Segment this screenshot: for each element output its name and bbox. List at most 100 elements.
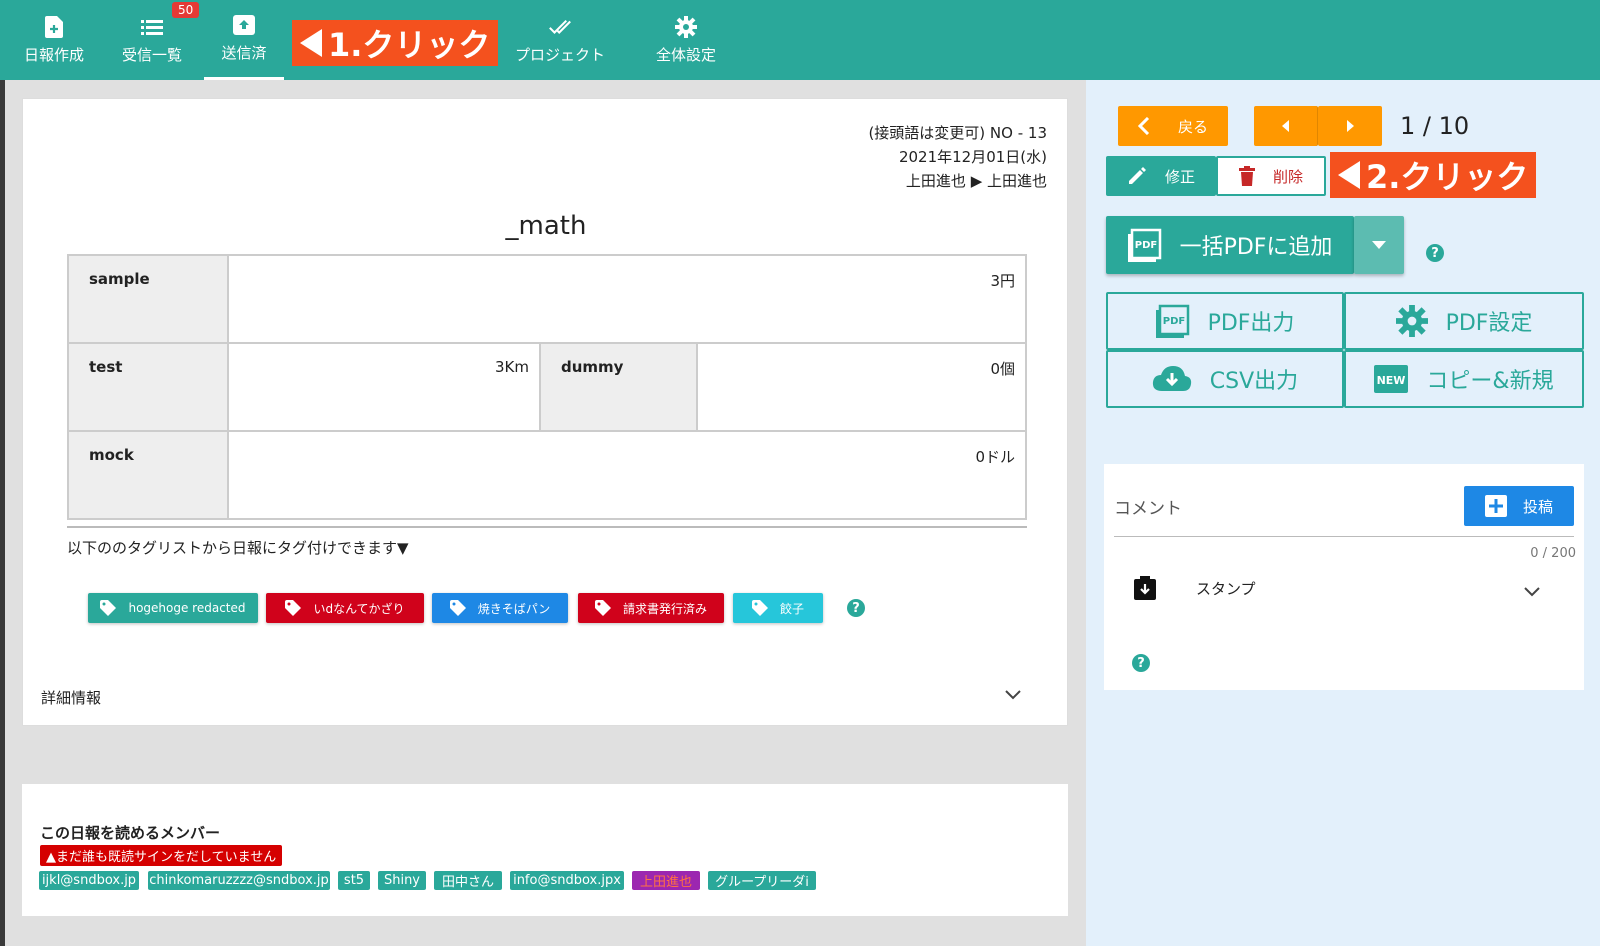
svg-text:PDF: PDF <box>1162 316 1184 327</box>
table-row: test 3Km dummy 0個 <box>67 342 1027 432</box>
caret-left-icon <box>1281 120 1289 132</box>
cloud-download-icon <box>1152 366 1191 391</box>
char-counter: 0 / 200 <box>1530 546 1576 561</box>
member-chip: 上田進也 <box>632 871 700 890</box>
prev-page-button[interactable] <box>1254 106 1318 146</box>
tag-chip[interactable]: 餃子 <box>733 593 823 623</box>
nav-sent[interactable]: 送信済 <box>204 0 284 80</box>
comment-underline <box>1114 536 1574 537</box>
report-title: _math <box>505 211 587 241</box>
unread-count-badge: 50 <box>172 2 200 18</box>
tag-icon <box>285 600 302 616</box>
field-label: sample <box>67 254 229 344</box>
report-meta: (接頭語は変更可) NO - 13 2021年12月01日(水) 上田進也 ▶ … <box>868 121 1047 193</box>
tag-chip[interactable]: hogehoge redacted <box>88 593 258 623</box>
annotation-step2: 2.クリック <box>1330 152 1536 198</box>
member-chip: st5 <box>338 871 370 890</box>
details-toggle-label[interactable]: 詳細情報 <box>41 687 101 708</box>
bulk-pdf-dropdown-button[interactable] <box>1354 216 1404 274</box>
pdf-export-button[interactable]: PDF PDF出力 <box>1106 292 1344 350</box>
add-box-icon <box>1484 495 1507 517</box>
comment-card: コメント 投稿 0 / 200 スタンプ ? <box>1104 464 1584 690</box>
tag-hint: 以下ののタグリストから日報にタグ付けできます▼ <box>67 539 409 557</box>
list-icon <box>141 16 163 38</box>
report-card: (接頭語は変更可) NO - 13 2021年12月01日(水) 上田進也 ▶ … <box>22 98 1068 726</box>
report-number: (接頭語は変更可) NO - 13 <box>868 124 1047 142</box>
nav-label: プロジェクト <box>514 45 605 64</box>
caret-down-icon <box>1372 241 1386 249</box>
csv-export-button[interactable]: CSV出力 <box>1106 350 1344 408</box>
comment-label: コメント <box>1114 499 1182 519</box>
nav-projects[interactable]: プロジェクト <box>510 0 610 80</box>
help-icon[interactable]: ? <box>847 599 865 617</box>
delete-button[interactable]: 削除 <box>1216 156 1326 196</box>
pdf-settings-button[interactable]: PDF設定 <box>1344 292 1584 350</box>
help-icon[interactable]: ? <box>1132 654 1150 672</box>
pencil-icon <box>1128 167 1146 184</box>
gear-icon <box>675 15 697 38</box>
field-value: 3Km <box>227 342 541 432</box>
field-label: test <box>67 342 229 432</box>
help-icon[interactable]: ? <box>1426 244 1444 262</box>
new-badge-icon: NEW <box>1374 365 1409 393</box>
field-value: 0ドル <box>227 430 1027 520</box>
field-value: 3円 <box>227 254 1027 344</box>
report-sender-recipient: 上田進也 ▶ 上田進也 <box>905 172 1047 190</box>
report-date: 2021年12月01日(水) <box>898 148 1047 166</box>
member-chip: Shiny <box>378 871 426 890</box>
edit-button[interactable]: 修正 <box>1106 156 1216 196</box>
svg-text:PDF: PDF <box>1134 240 1156 251</box>
nav-global-settings[interactable]: 全体設定 <box>652 0 720 80</box>
pdf-icon: PDF <box>1155 304 1189 338</box>
field-label: dummy <box>539 342 698 432</box>
member-chip: 田中さん <box>434 871 502 890</box>
next-page-button[interactable] <box>1318 106 1382 146</box>
tag-chip[interactable]: 焼きそばパン <box>432 593 568 623</box>
copy-new-button[interactable]: NEW コピー&新規 <box>1344 350 1584 408</box>
page-indicator: 1 / 10 <box>1400 112 1470 140</box>
tag-chip[interactable]: いdなんてかざり <box>266 593 424 623</box>
left-triangle-icon <box>300 29 322 57</box>
unread-warning-badge: ▲まだ誰も既読サインをだしていません <box>40 845 283 866</box>
tag-icon <box>449 600 466 616</box>
caret-right-icon <box>1347 120 1354 132</box>
trash-icon <box>1238 166 1255 186</box>
stamp-icon <box>1134 576 1156 604</box>
nav-label: 日報作成 <box>23 45 84 64</box>
nav-label: 受信一覧 <box>121 45 182 64</box>
bulk-pdf-add-button[interactable]: PDF 一括PDFに追加 <box>1106 216 1354 274</box>
outbox-icon <box>233 14 255 36</box>
left-edge <box>0 80 5 946</box>
left-triangle-icon <box>1338 161 1360 189</box>
chevron-down-icon[interactable] <box>1524 582 1540 601</box>
stamp-label[interactable]: スタンプ <box>1196 578 1256 599</box>
member-chip: グループリーダi <box>708 871 816 890</box>
nav-create-report[interactable]: 日報作成 <box>20 0 88 80</box>
tag-chip[interactable]: 請求書発行済み <box>578 593 724 623</box>
nav-label: 送信済 <box>221 44 267 62</box>
document-add-icon <box>43 15 65 38</box>
table-row: sample 3円 <box>67 254 1027 344</box>
tag-icon <box>751 600 768 616</box>
chevron-left-icon <box>1137 117 1150 135</box>
divider <box>67 526 1027 528</box>
table-row: mock 0ドル <box>67 430 1027 520</box>
gear-icon <box>1395 305 1428 337</box>
annotation-step1: 1.クリック <box>292 20 498 66</box>
field-value: 0個 <box>696 342 1027 432</box>
report-table: sample 3円 test 3Km dummy 0個 mock 0ドル <box>67 254 1027 520</box>
member-chip: ijkl@sndbox.jp <box>39 871 139 890</box>
members-card: この日報を読めるメンバー ▲まだ誰も既読サインをだしていません ijkl@snd… <box>22 784 1068 916</box>
field-label: mock <box>67 430 229 520</box>
member-chip: chinkomaruzzzz@sndbox.jp <box>148 871 330 890</box>
svg-text:NEW: NEW <box>1377 374 1406 387</box>
pdf-icon: PDF <box>1127 228 1161 262</box>
members-title: この日報を読めるメンバー <box>40 824 221 842</box>
tag-icon <box>100 600 117 616</box>
tag-icon <box>594 600 611 616</box>
double-check-icon <box>549 16 571 38</box>
back-button[interactable]: 戻る <box>1118 106 1228 146</box>
post-comment-button[interactable]: 投稿 <box>1464 486 1574 526</box>
member-chip: info@sndbox.jpx <box>510 871 624 890</box>
chevron-down-icon[interactable] <box>1005 681 1021 705</box>
